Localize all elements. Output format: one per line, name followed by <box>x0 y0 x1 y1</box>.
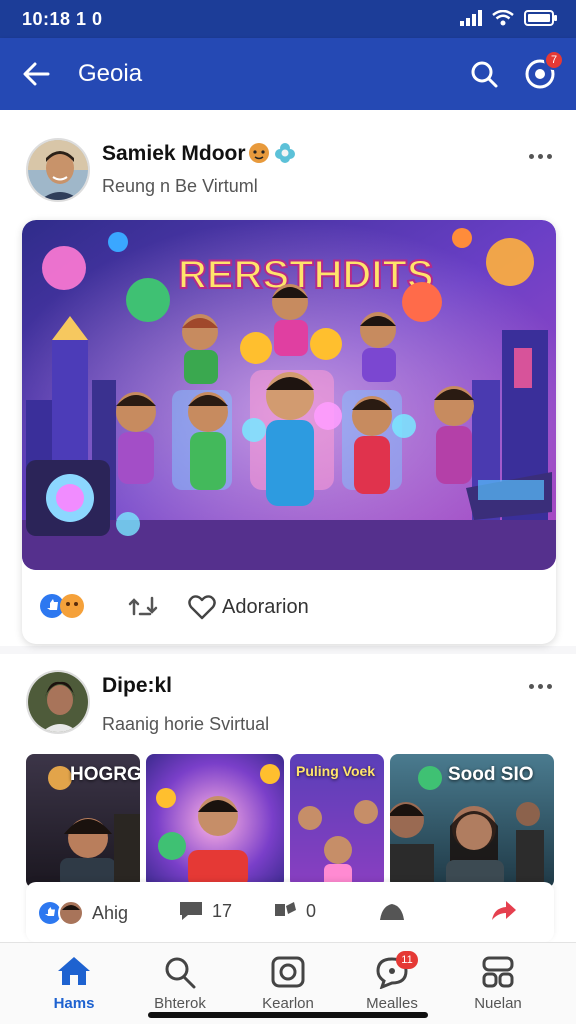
messages-badge: 11 <box>396 951 418 969</box>
nav-item-search[interactable]: Bhterok <box>130 951 230 1012</box>
grid-icon <box>482 956 514 988</box>
tiger-emoji-icon <box>249 143 269 163</box>
page-title: Geoia <box>78 60 143 87</box>
post-hero-image[interactable]: RERSTHDITS <box>22 220 556 570</box>
photo-thumbnail[interactable] <box>146 754 284 888</box>
hero-title-text: RERSTHDITS <box>178 253 434 297</box>
search-icon <box>165 957 196 989</box>
nav-label: Kearlon <box>262 995 314 1012</box>
reactor-avatar <box>58 900 84 926</box>
comment-count-value: 17 <box>212 900 233 921</box>
camera-icon <box>271 956 305 988</box>
nav-item-home[interactable]: Hams <box>24 951 124 1012</box>
heart-icon[interactable] <box>188 594 216 620</box>
nav-label: Bhterok <box>154 995 206 1012</box>
status-bar: 10:18 1 0 <box>0 0 576 38</box>
feed[interactable]: Samiek Mdoor Reung n Be Virtuml RERSTHDI… <box>0 110 576 944</box>
more-options-button[interactable] <box>526 146 554 166</box>
share-count[interactable]: 0 <box>272 900 316 922</box>
dot <box>528 153 534 159</box>
share-count-value: 0 <box>306 900 317 921</box>
back-button[interactable] <box>18 56 54 92</box>
bell-icon[interactable] <box>376 900 406 924</box>
thumbnail-caption: Puling Voek <box>296 763 376 779</box>
wifi-icon <box>492 10 514 26</box>
post-card: Dipe:kl Raanig horie Svirtual HOGRGE <box>0 654 576 944</box>
share-icon <box>275 902 296 916</box>
battery-icon <box>524 10 557 26</box>
reaction-icons[interactable] <box>38 592 86 620</box>
repost-icon[interactable] <box>128 592 158 620</box>
nav-item-menu[interactable]: Nuelan <box>448 951 548 1012</box>
post-subtitle: Raanig horie Svirtual <box>102 714 270 734</box>
photo-thumbnail[interactable]: Puling Voek <box>290 754 384 888</box>
dot <box>546 153 552 159</box>
love-reaction-icon <box>60 594 84 618</box>
thumbnail-caption: Sood SIO <box>448 764 534 785</box>
post-subtitle: Reung n Be Virtuml <box>102 176 258 196</box>
post-card: Samiek Mdoor Reung n Be Virtuml RERSTHDI… <box>0 110 576 646</box>
app-bar: Geoia 7 <box>0 38 576 110</box>
nav-item-camera[interactable]: Kearlon <box>238 951 338 1012</box>
photo-grid: HOGRGE Puling Voek <box>26 754 554 888</box>
author-name[interactable]: Dipe:kl <box>102 674 172 698</box>
author-avatar[interactable] <box>26 670 90 734</box>
search-button[interactable] <box>468 58 500 90</box>
post-media-card[interactable]: RERSTHDITS Adorarion <box>22 220 556 644</box>
system-icons <box>460 10 558 26</box>
nav-label: Mealles <box>366 995 418 1012</box>
more-options-button[interactable] <box>526 676 554 696</box>
dot <box>537 153 543 159</box>
nav-label: Nuelan <box>474 995 522 1012</box>
reactor-name: Ahig <box>92 902 129 923</box>
status-time: 10:18 1 0 <box>22 9 103 29</box>
signal-icon <box>460 10 482 26</box>
post-stats-bar: Ahig 17 0 <box>26 882 554 942</box>
search-icon <box>471 61 498 88</box>
photo-thumbnail[interactable]: HOGRGE <box>26 754 140 888</box>
comment-count[interactable]: 17 <box>178 900 232 922</box>
comment-icon <box>180 902 202 920</box>
dot <box>537 683 543 689</box>
thumbnail-caption: HOGRGE <box>70 764 140 785</box>
reaction-action-label[interactable]: Adorarion <box>222 596 309 619</box>
photo-thumbnail[interactable]: Sood SIO <box>390 754 554 888</box>
nav-item-messages[interactable]: 11 Mealles <box>342 951 442 1012</box>
nav-label: Hams <box>53 995 95 1012</box>
notification-badge: 7 <box>544 50 564 70</box>
dot <box>528 683 534 689</box>
author-avatar[interactable] <box>26 138 90 202</box>
forward-arrow-icon[interactable] <box>488 898 518 924</box>
reactions-summary[interactable]: Ahig <box>38 900 128 926</box>
dot <box>546 683 552 689</box>
author-name[interactable]: Samiek Mdoor <box>102 142 246 166</box>
emoji-badges <box>248 142 296 164</box>
flower-emoji-icon <box>275 143 295 163</box>
arrow-left-icon <box>23 62 50 86</box>
home-icon <box>58 957 90 985</box>
home-indicator[interactable] <box>148 1012 428 1018</box>
